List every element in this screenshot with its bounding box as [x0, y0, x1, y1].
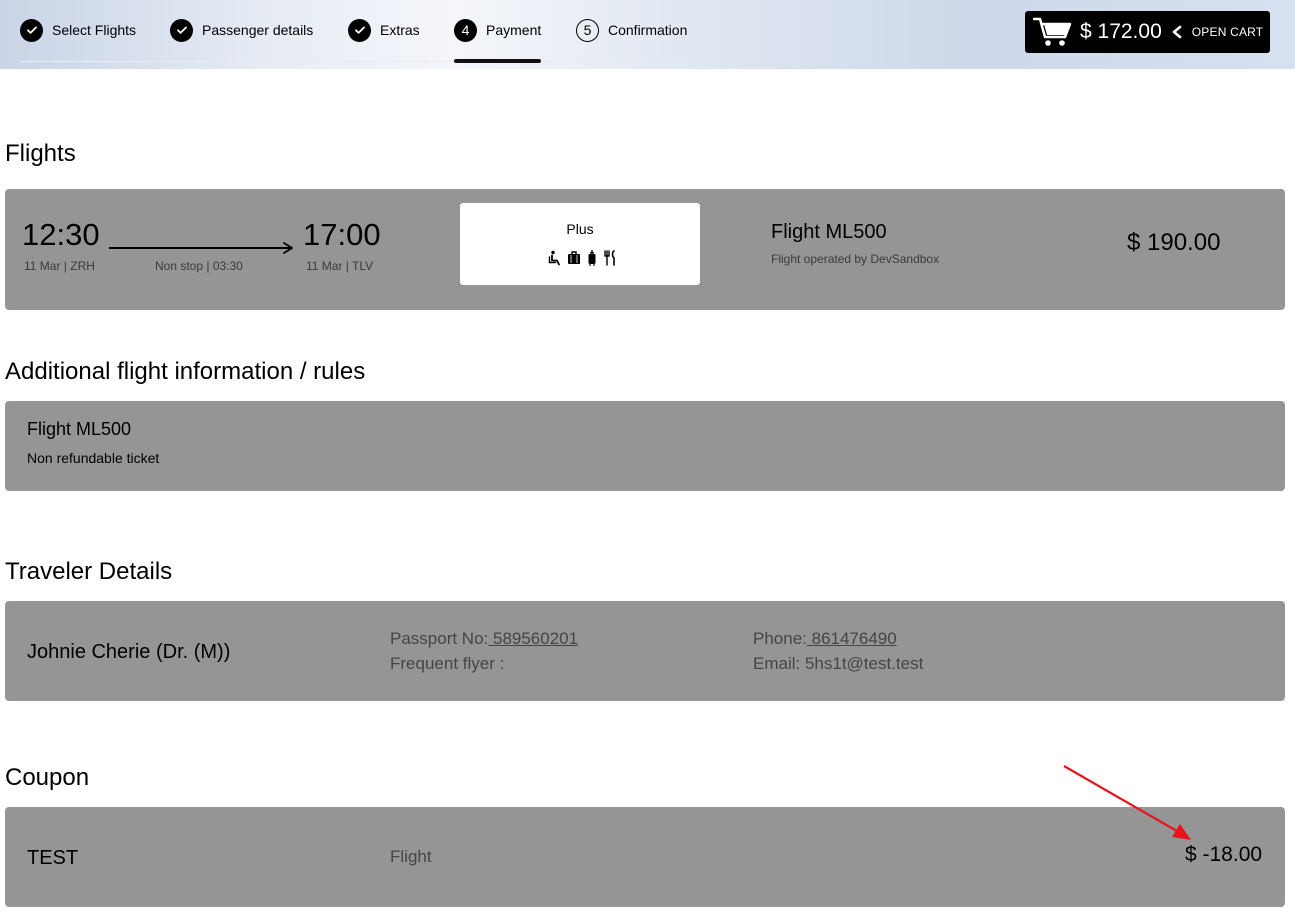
step-extras[interactable]: Extras: [348, 18, 420, 42]
seat-recline-icon: [548, 250, 560, 266]
traveler-card: Johnie Cherie (Dr. (M)) Passport No: 589…: [5, 601, 1285, 701]
step-label: Payment: [486, 22, 542, 38]
passport-row: Passport No: 589560201: [390, 629, 578, 649]
cart-total: $ 172.00: [1080, 20, 1162, 43]
step-label: Confirmation: [608, 22, 688, 38]
chevron-left-icon: [1172, 25, 1182, 39]
open-cart-button[interactable]: $ 172.00 OPEN CART: [1025, 11, 1270, 53]
email-row: Email: 5hs1t@test.test: [753, 654, 924, 673]
header-bar: Select Flights Passenger details Extras …: [0, 0, 1295, 69]
step-number-badge: 4: [454, 18, 477, 42]
meal-icon: [604, 250, 615, 266]
carry-on-bag-icon: [588, 250, 596, 266]
step-confirmation[interactable]: 5 Confirmation: [576, 18, 687, 42]
step-label: Passenger details: [202, 22, 314, 38]
departure-time: 12:30: [22, 217, 100, 252]
passport-number-link[interactable]: 589560201: [488, 629, 578, 648]
luggage-icon: [568, 251, 580, 264]
rules-flight-number: Flight ML500: [27, 419, 132, 439]
cart-icon: [1033, 17, 1072, 46]
check-icon: [348, 18, 371, 42]
phone-label: Phone:: [753, 629, 807, 648]
rules-heading: Additional flight information / rules: [5, 358, 366, 385]
check-icon: [20, 18, 43, 42]
coupon-heading: Coupon: [5, 764, 90, 791]
departure-detail: 11 Mar | ZRH: [24, 259, 95, 273]
arrow-right-icon: [283, 242, 293, 254]
coupon-code: TEST: [27, 847, 79, 869]
flight-rules-card: Flight ML500 Non refundable ticket: [5, 401, 1285, 491]
step-label: Extras: [380, 22, 420, 38]
flight-price: $ 190.00: [1127, 229, 1221, 256]
phone-number-link[interactable]: 861476490: [807, 629, 897, 648]
fare-class-card[interactable]: Plus: [460, 203, 700, 285]
check-icon: [170, 18, 193, 42]
step-label: Select Flights: [52, 22, 137, 38]
route-arrow-line: [109, 247, 291, 249]
operated-by: Flight operated by DevSandbox: [771, 252, 940, 266]
rules-text: Non refundable ticket: [27, 450, 160, 466]
arrival-time: 17:00: [303, 217, 381, 252]
flight-number: Flight ML500: [771, 221, 887, 243]
active-step-indicator: [454, 59, 541, 63]
route-detail: Non stop | 03:30: [155, 259, 243, 273]
fare-name: Plus: [566, 221, 594, 237]
passport-label: Passport No:: [390, 629, 489, 648]
step-number-badge: 5: [576, 18, 599, 42]
flights-heading: Flights: [5, 140, 76, 167]
open-cart-label: OPEN CART: [1191, 25, 1264, 39]
booking-stepper: Select Flights Passenger details Extras …: [20, 0, 690, 63]
coupon-card: TEST Flight $ -18.00: [5, 807, 1285, 907]
arrival-detail: 11 Mar | TLV: [306, 259, 374, 273]
coupon-type: Flight: [390, 847, 432, 866]
traveler-heading: Traveler Details: [5, 558, 173, 585]
step-passenger-details[interactable]: Passenger details: [170, 18, 313, 42]
phone-row: Phone: 861476490: [753, 629, 897, 649]
step-select-flights[interactable]: Select Flights: [20, 18, 136, 42]
frequent-flyer-row: Frequent flyer :: [390, 654, 505, 673]
traveler-name: Johnie Cherie (Dr. (M)): [27, 641, 231, 663]
step-payment[interactable]: 4 Payment: [454, 18, 541, 42]
coupon-amount: $ -18.00: [1185, 843, 1263, 866]
flight-summary-card: 12:30 11 Mar | ZRH Non stop | 03:30 17:0…: [5, 189, 1285, 310]
